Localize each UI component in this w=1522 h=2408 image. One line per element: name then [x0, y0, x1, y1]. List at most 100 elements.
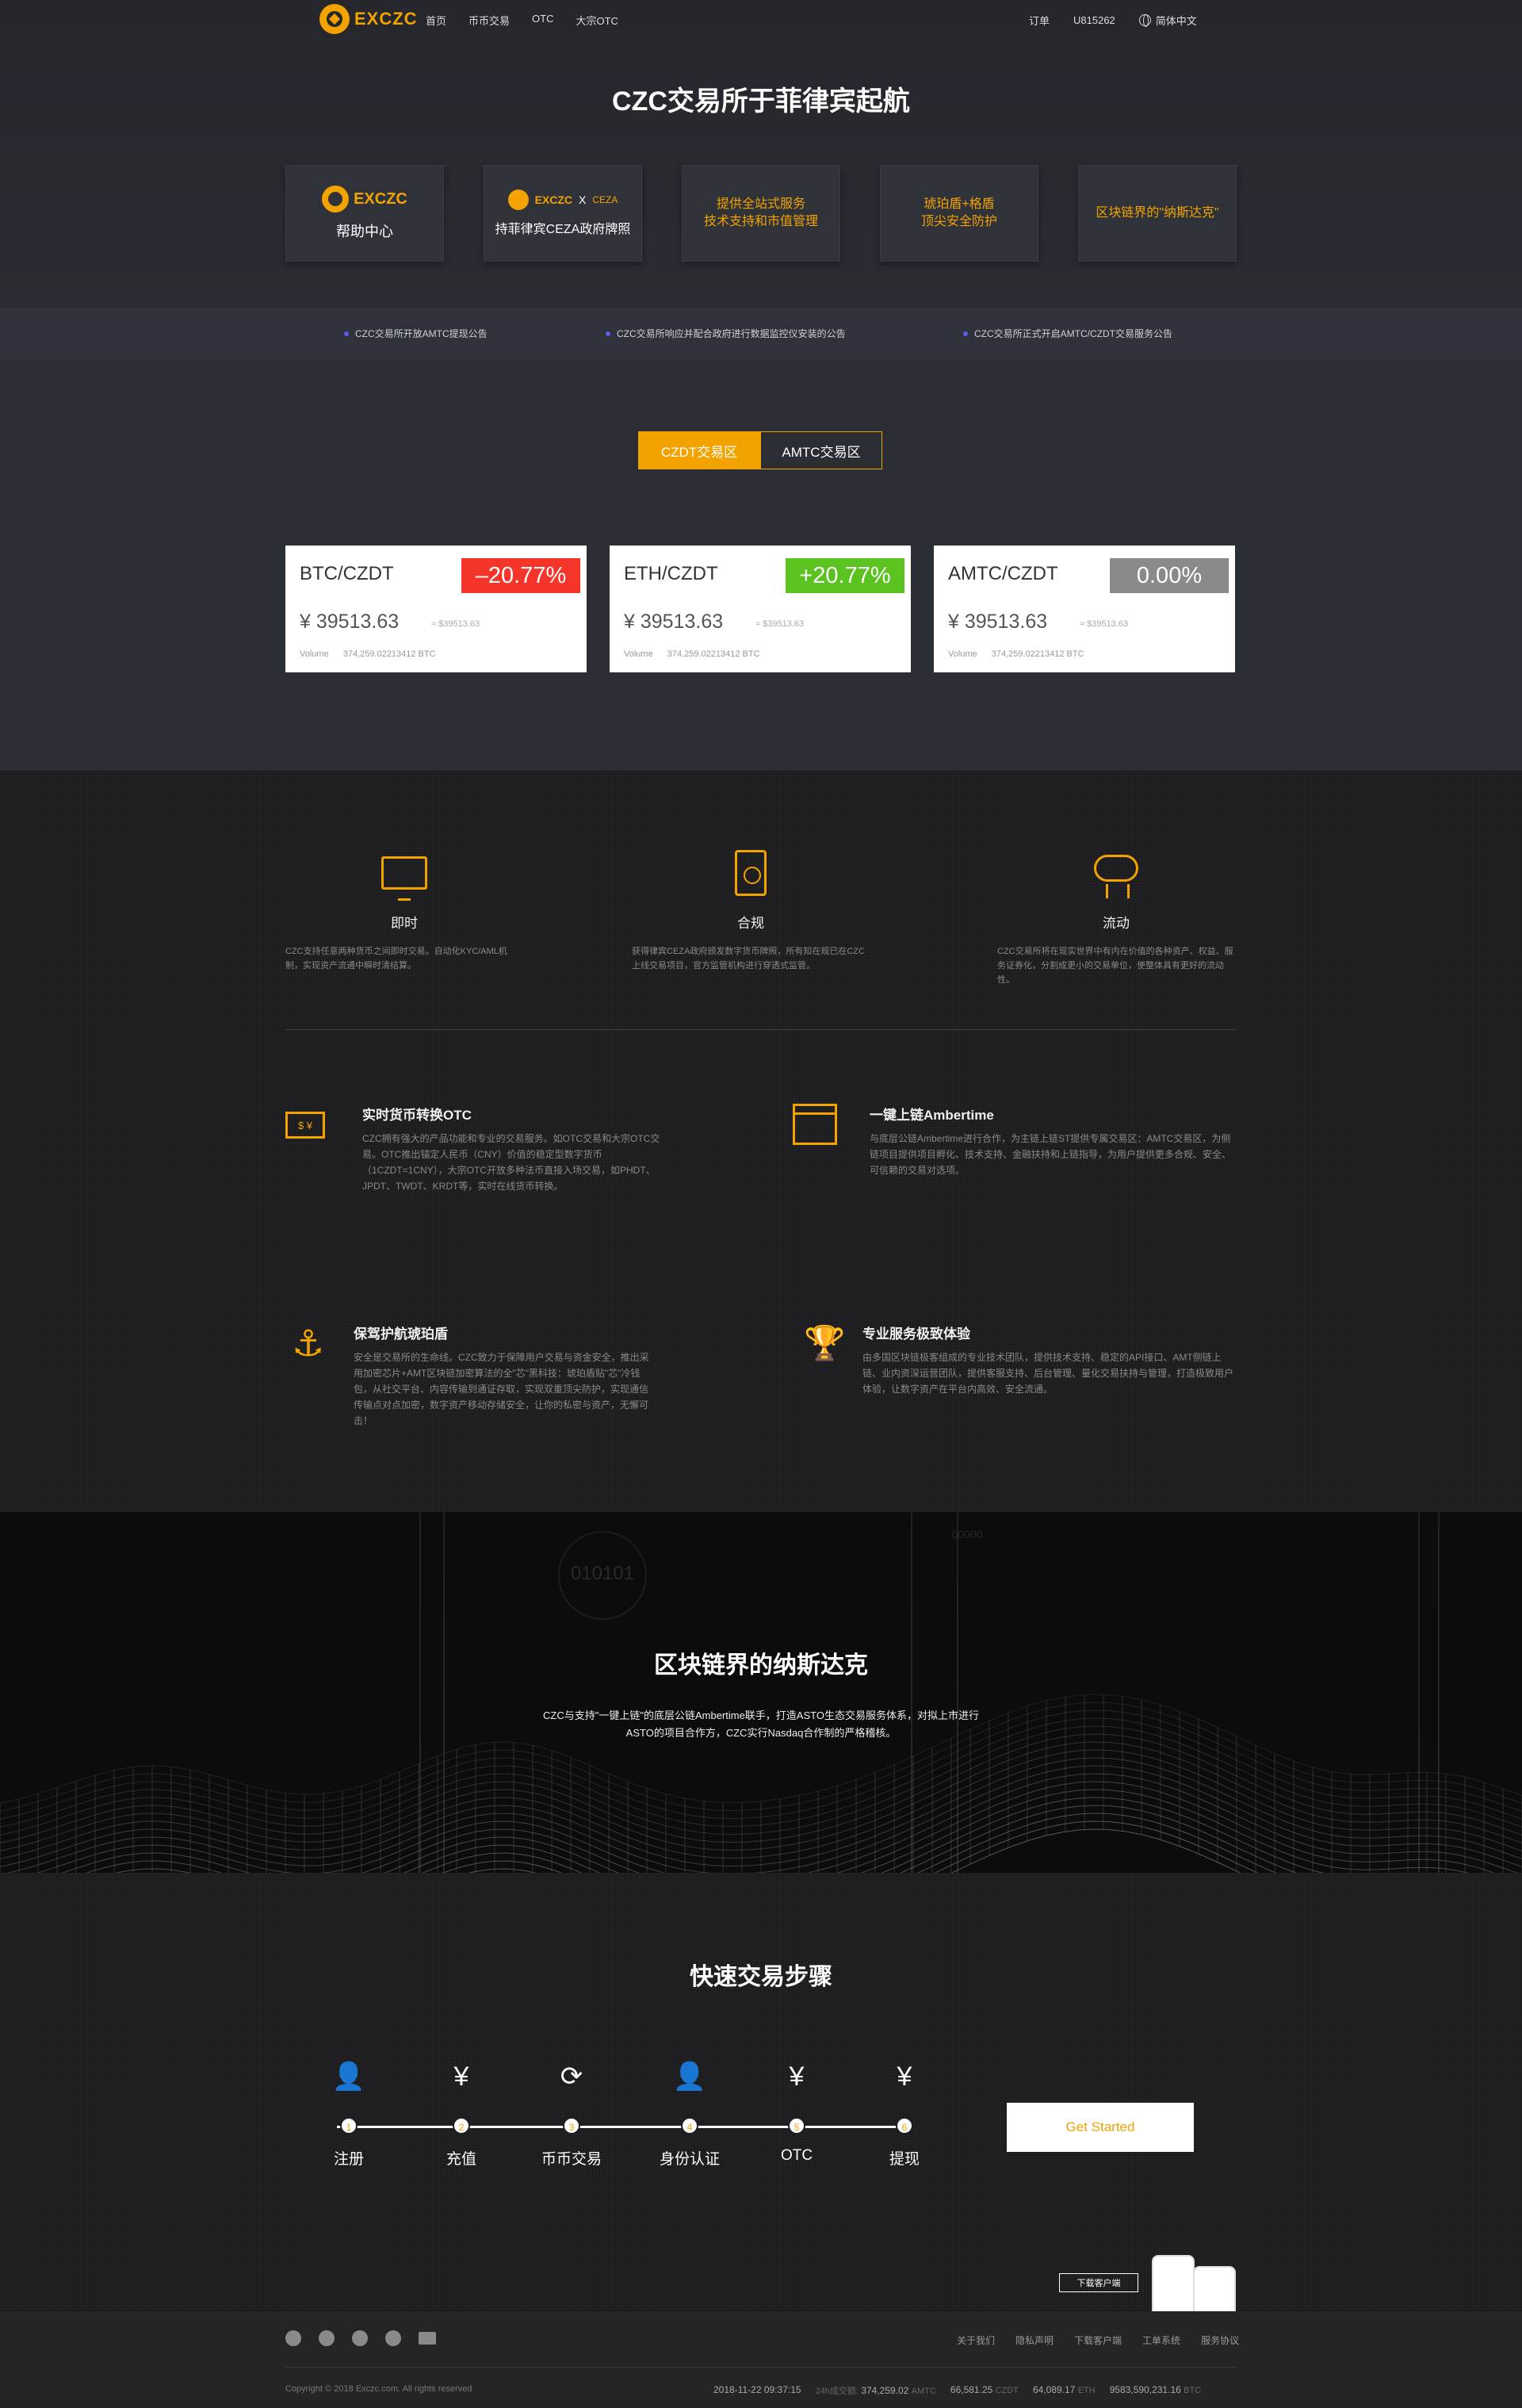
nav-item-bulk-otc[interactable]: 大宗OTC [576, 13, 618, 28]
step-register[interactable]: 👤 1 注册 [317, 2058, 380, 2169]
service-card[interactable]: 提供全站式服务 技术支持和市值管理 [682, 165, 840, 262]
nasdaq-card[interactable]: 区块链界的"纳斯达克" [1078, 165, 1237, 262]
pair-price: ¥ 39513.63 [300, 611, 400, 633]
step-withdraw[interactable]: ¥ 6 提现 [873, 2058, 936, 2169]
banner-desc-line-2: ASTO的项目合作方，CZC实行Nasdaq合作制的严格稽核。 [625, 1727, 897, 1739]
telegram-icon[interactable] [285, 2330, 301, 2346]
footer-link-ticket[interactable]: 工单系统 [1142, 2333, 1180, 2347]
market-stats: 2018-11-22 09:37:15 24h成交额: 374,259.02 A… [713, 2384, 1201, 2397]
site-logo[interactable]: EXCZC [319, 4, 418, 34]
pair-change-badge: 0.00% [1110, 558, 1229, 593]
footer-divider [285, 2367, 1237, 2368]
banner-title: 区块链界的纳斯达克 [654, 1652, 868, 1679]
feature-otc: $ ¥ 实时货币转换OTC CZC拥有强大的产品功能和专业的交易服务。如OTC交… [285, 1104, 729, 1215]
pair-price-usd: ≈ $39513.63 [431, 619, 480, 629]
license-card-label: 持菲律宾CEZA政府牌照 [495, 223, 631, 236]
nav-item-coin-trade[interactable]: 币币交易 [468, 13, 510, 28]
footer-link-privacy[interactable]: 隐私声明 [1015, 2333, 1054, 2347]
volume-btc: 9583,590,231.16 [1109, 2384, 1181, 2395]
help-center-card[interactable]: EXCZC 帮助中心 [285, 165, 444, 262]
bullet-dot-icon [963, 331, 968, 336]
cloud-flow-icon [1092, 850, 1140, 898]
feature-liquidity: 流动 CZC交易所将在现实世界中有内在价值的各种资产、权益、服务证券化，分割成更… [997, 850, 1235, 987]
nav-user-id[interactable]: U815262 [1073, 14, 1115, 26]
atm-icon: ¥ [789, 2062, 805, 2092]
twitter-icon[interactable] [319, 2330, 335, 2346]
feature-title: 合规 [737, 916, 764, 931]
get-started-button[interactable]: Get Started [1007, 2103, 1194, 2152]
volume-eth: 64,089.17 [1032, 2384, 1076, 2395]
step-label: 身份认证 [659, 2151, 720, 2168]
steps-title: 快速交易步骤 [690, 1964, 832, 1990]
volume-value: 374,259.02213412 BTC [342, 649, 436, 659]
feature-title: 实时货币转换OTC [362, 1108, 472, 1123]
market-tabs: CZDT交易区 AMTC交易区 [638, 431, 882, 469]
announcement-item[interactable]: CZC交易所开放AMTC提现公告 [344, 327, 488, 340]
pair-volume: Volume 374,259.02213412 BTC [948, 649, 1084, 659]
step-number: 3 [563, 2117, 580, 2134]
footer-link-about[interactable]: 关于我们 [957, 2333, 995, 2347]
step-coin-trade[interactable]: ⟳ 3 币币交易 [540, 2058, 603, 2169]
unit-amtc: AMTC [911, 2387, 936, 2396]
security-line-1: 琥珀盾+格盾 [924, 197, 995, 211]
pair-price: ¥ 39513.63 [948, 611, 1048, 633]
footer-link-terms[interactable]: 服务协议 [1201, 2333, 1239, 2347]
license-card[interactable]: EXCZC X CEZA 持菲律宾CEZA政府牌照 [484, 165, 642, 262]
withdraw-coin-icon: ¥ [897, 2062, 912, 2092]
stats-eth: 64,089.17 ETH [1033, 2384, 1096, 2397]
nav-item-otc[interactable]: OTC [532, 13, 553, 28]
tab-amtc[interactable]: AMTC交易区 [760, 431, 882, 469]
language-label: 简体中文 [1155, 15, 1197, 27]
pair-card-amtc[interactable]: AMTC/CZDT 0.00% ¥ 39513.63 ≈ $39513.63 V… [934, 546, 1235, 672]
pair-card-btc[interactable]: BTC/CZDT –20.77% ¥ 39513.63 ≈ $39513.63 … [285, 546, 587, 672]
nav-orders[interactable]: 订单 [1029, 13, 1050, 28]
nasdaq-banner: 010101 00000 区块链界的纳斯达克 CZC与支持"一键上链"的底层公链… [0, 1512, 1522, 1873]
main-nav: 首页 币币交易 OTC 大宗OTC [426, 13, 618, 28]
stats-volume: 24h成交额: 374,259.02 AMTC [816, 2384, 936, 2397]
security-card[interactable]: 琥珀盾+格盾 顶尖安全防护 [880, 165, 1038, 262]
language-selector[interactable]: 简体中文 [1138, 13, 1197, 28]
hero-section: EXCZC 首页 币币交易 OTC 大宗OTC 订单 U815262 简体中文 … [0, 0, 1522, 308]
mail-icon[interactable] [419, 2332, 436, 2345]
feature-compliance: 合规 获得律宾CEZA政府颁发数字货币牌照，所有知在规已在CZC上线交易项目，官… [632, 850, 870, 973]
footer-links: 关于我们 隐私声明 下载客户端 工单系统 服务协议 [957, 2333, 1239, 2347]
pair-name: BTC/CZDT [300, 563, 394, 584]
nav-item-home[interactable]: 首页 [426, 13, 446, 28]
chat-icon[interactable] [352, 2330, 368, 2346]
pair-card-eth[interactable]: ETH/CZDT +20.77% ¥ 39513.63 ≈ $39513.63 … [610, 546, 911, 672]
feature-title: 保驾护航琥珀盾 [354, 1327, 448, 1342]
announcement-item[interactable]: CZC交易所响应并配合政府进行数据监控仪安装的公告 [606, 327, 846, 340]
announcement-item[interactable]: CZC交易所正式开启AMTC/CZDT交易服务公告 [963, 327, 1172, 340]
phone-mockup-image [1152, 2255, 1195, 2320]
feature-desc: CZC交易所将在现实世界中有内在价值的各种资产、权益、服务证券化，分割成更小的交… [997, 947, 1233, 985]
service-line-2: 技术支持和市值管理 [703, 215, 818, 228]
pair-price-usd: ≈ $39513.63 [1080, 619, 1129, 629]
step-otc[interactable]: ¥ 5 OTC [765, 2058, 828, 2165]
top-navigation: EXCZC 首页 币币交易 OTC 大宗OTC 订单 U815262 简体中文 [0, 0, 1522, 40]
coin-exchange-icon: ⟳ [560, 2062, 583, 2092]
footer-link-download[interactable]: 下载客户端 [1074, 2333, 1122, 2347]
step-deposit[interactable]: ¥ 2 充值 [430, 2058, 493, 2169]
unit-czdt: CZDT [995, 2386, 1019, 2395]
globe-icon [1138, 14, 1151, 27]
volume-czdt: 66,581.25 [950, 2384, 993, 2395]
tab-czdt[interactable]: CZDT交易区 [638, 431, 760, 469]
volume-amtc: 374,259.02 [861, 2385, 909, 2396]
pair-change-badge: +20.77% [786, 558, 904, 593]
verified-user-icon: 👤 [672, 2062, 707, 2092]
passport-icon [727, 850, 774, 898]
browser-window-icon [793, 1104, 837, 1145]
wechat-icon[interactable] [385, 2330, 401, 2346]
step-label: 注册 [333, 2151, 364, 2168]
unit-eth: ETH [1077, 2386, 1096, 2395]
step-label: 提现 [889, 2151, 920, 2168]
step-label: 币币交易 [541, 2151, 602, 2168]
pair-volume: Volume 374,259.02213412 BTC [624, 649, 760, 659]
step-number: 4 [681, 2117, 698, 2134]
download-client-button[interactable]: 下载客户端 [1059, 2273, 1138, 2292]
user-nav: 订单 U815262 简体中文 [1029, 13, 1197, 28]
feature-instant: 即时 CZC支持任意两种货币之间即时交易。自动化KYC/AML机制，实现资产流通… [285, 850, 523, 973]
step-identity[interactable]: 👤 4 身份认证 [658, 2058, 721, 2169]
announcement-text: CZC交易所正式开启AMTC/CZDT交易服务公告 [974, 328, 1172, 339]
feature-desc: 与底层公链Ambertime进行合作，为主链上链ST提供专属交易区：AMTC交易… [870, 1133, 1232, 1176]
